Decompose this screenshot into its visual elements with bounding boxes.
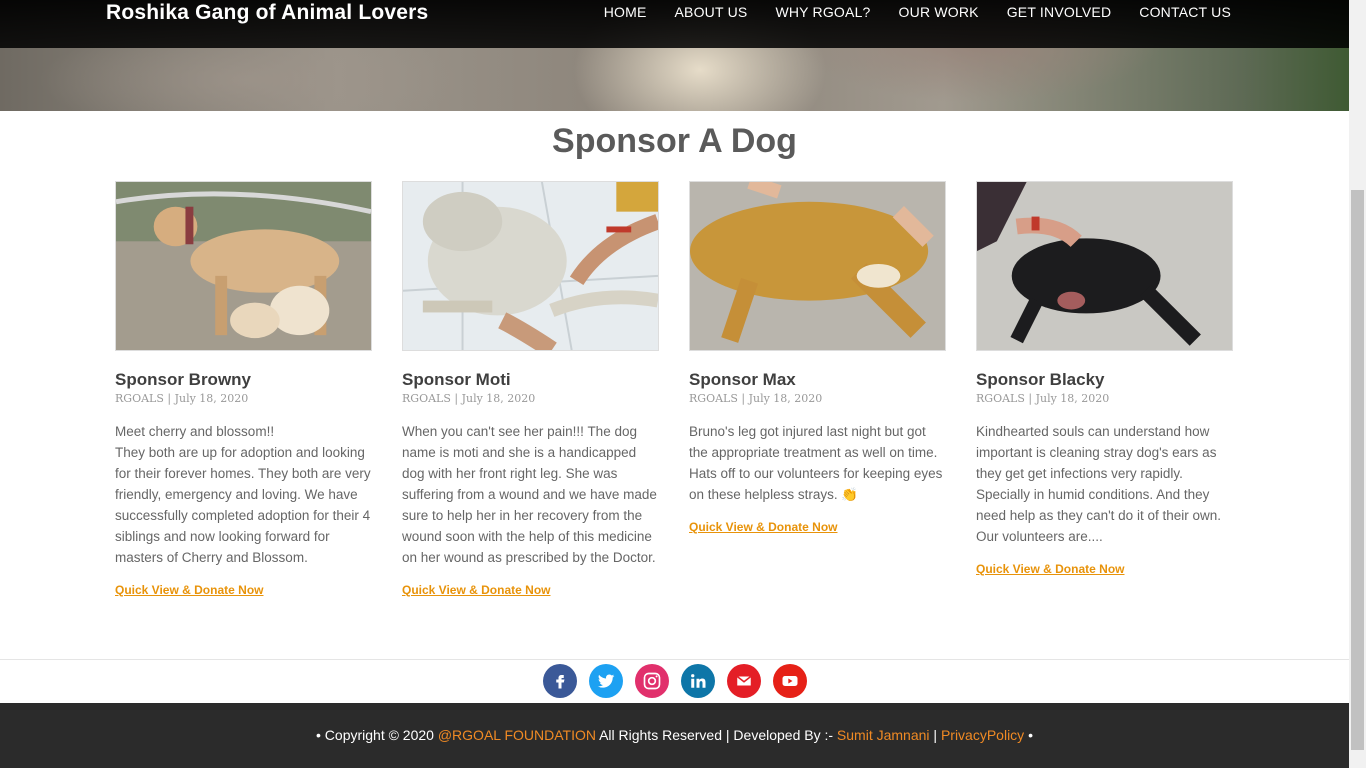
card-title[interactable]: Sponsor Moti bbox=[402, 370, 659, 390]
main-nav: HOME ABOUT US WHY RGOAL? OUR WORK GET IN… bbox=[604, 4, 1231, 20]
nav-our-work[interactable]: OUR WORK bbox=[899, 4, 979, 20]
donate-link[interactable]: Quick View & Donate Now bbox=[976, 562, 1124, 576]
dog-photo-moti[interactable] bbox=[402, 181, 659, 351]
instagram-icon[interactable] bbox=[634, 664, 669, 698]
card-title[interactable]: Sponsor Max bbox=[689, 370, 946, 390]
footer: • Copyright © 2020 @RGOAL FOUNDATION All… bbox=[0, 703, 1349, 768]
sponsor-cards: Sponsor Browny RGOALS | July 18, 2020 Me… bbox=[115, 181, 1233, 599]
footer-privacy-link[interactable]: PrivacyPolicy bbox=[941, 727, 1024, 743]
page-title: Sponsor A Dog bbox=[552, 122, 797, 160]
sponsor-card: Sponsor Max RGOALS | July 18, 2020 Bruno… bbox=[689, 181, 946, 599]
card-text: Meet cherry and blossom!! They both are … bbox=[115, 424, 371, 565]
footer-copyright: • Copyright © 2020 bbox=[316, 727, 438, 743]
scrollbar-thumb[interactable] bbox=[1351, 190, 1364, 750]
card-text: Bruno's leg got injured last night but g… bbox=[689, 424, 943, 502]
card-meta: RGOALS | July 18, 2020 bbox=[402, 392, 536, 405]
divider bbox=[0, 659, 1349, 660]
card-text: When you can't see her pain!!! The dog n… bbox=[402, 424, 657, 565]
navbar: Roshika Gang of Animal Lovers HOME ABOUT… bbox=[0, 0, 1349, 48]
sponsor-card: Sponsor Blacky RGOALS | July 18, 2020 Ki… bbox=[976, 181, 1233, 599]
sponsor-card: Sponsor Moti RGOALS | July 18, 2020 When… bbox=[402, 181, 659, 599]
footer-end: • bbox=[1024, 727, 1033, 743]
linkedin-icon[interactable] bbox=[680, 664, 715, 698]
social-links bbox=[0, 664, 1349, 698]
dog-photo-blacky[interactable] bbox=[976, 181, 1233, 351]
footer-separator: | bbox=[929, 727, 941, 743]
card-meta: RGOALS | July 18, 2020 bbox=[115, 392, 249, 405]
donate-link[interactable]: Quick View & Donate Now bbox=[402, 583, 550, 597]
donate-link[interactable]: Quick View & Donate Now bbox=[115, 583, 263, 597]
footer-developer-link[interactable]: Sumit Jamnani bbox=[837, 727, 930, 743]
card-title[interactable]: Sponsor Blacky bbox=[976, 370, 1233, 390]
nav-why-rgoal[interactable]: WHY RGOAL? bbox=[775, 4, 870, 20]
email-icon[interactable] bbox=[726, 664, 761, 698]
footer-org-link[interactable]: @RGOAL FOUNDATION bbox=[438, 727, 596, 743]
vertical-scrollbar[interactable] bbox=[1349, 0, 1366, 768]
nav-home[interactable]: HOME bbox=[604, 4, 647, 20]
card-title[interactable]: Sponsor Browny bbox=[115, 370, 372, 390]
card-meta: RGOALS | July 18, 2020 bbox=[689, 392, 823, 405]
donate-link[interactable]: Quick View & Donate Now bbox=[689, 520, 837, 534]
card-meta: RGOALS | July 18, 2020 bbox=[976, 392, 1110, 405]
dog-photo-max[interactable] bbox=[689, 181, 946, 351]
twitter-icon[interactable] bbox=[588, 664, 623, 698]
sponsor-card: Sponsor Browny RGOALS | July 18, 2020 Me… bbox=[115, 181, 372, 599]
nav-contact-us[interactable]: CONTACT US bbox=[1139, 4, 1231, 20]
facebook-icon[interactable] bbox=[542, 664, 577, 698]
brand-title[interactable]: Roshika Gang of Animal Lovers bbox=[106, 1, 428, 25]
nav-get-involved[interactable]: GET INVOLVED bbox=[1007, 4, 1112, 20]
nav-about-us[interactable]: ABOUT US bbox=[675, 4, 748, 20]
dog-photo-browny[interactable] bbox=[115, 181, 372, 351]
youtube-icon[interactable] bbox=[772, 664, 807, 698]
card-text: Kindhearted souls can understand how imp… bbox=[976, 424, 1221, 544]
footer-rights: All Rights Reserved | Developed By :- bbox=[595, 727, 837, 743]
